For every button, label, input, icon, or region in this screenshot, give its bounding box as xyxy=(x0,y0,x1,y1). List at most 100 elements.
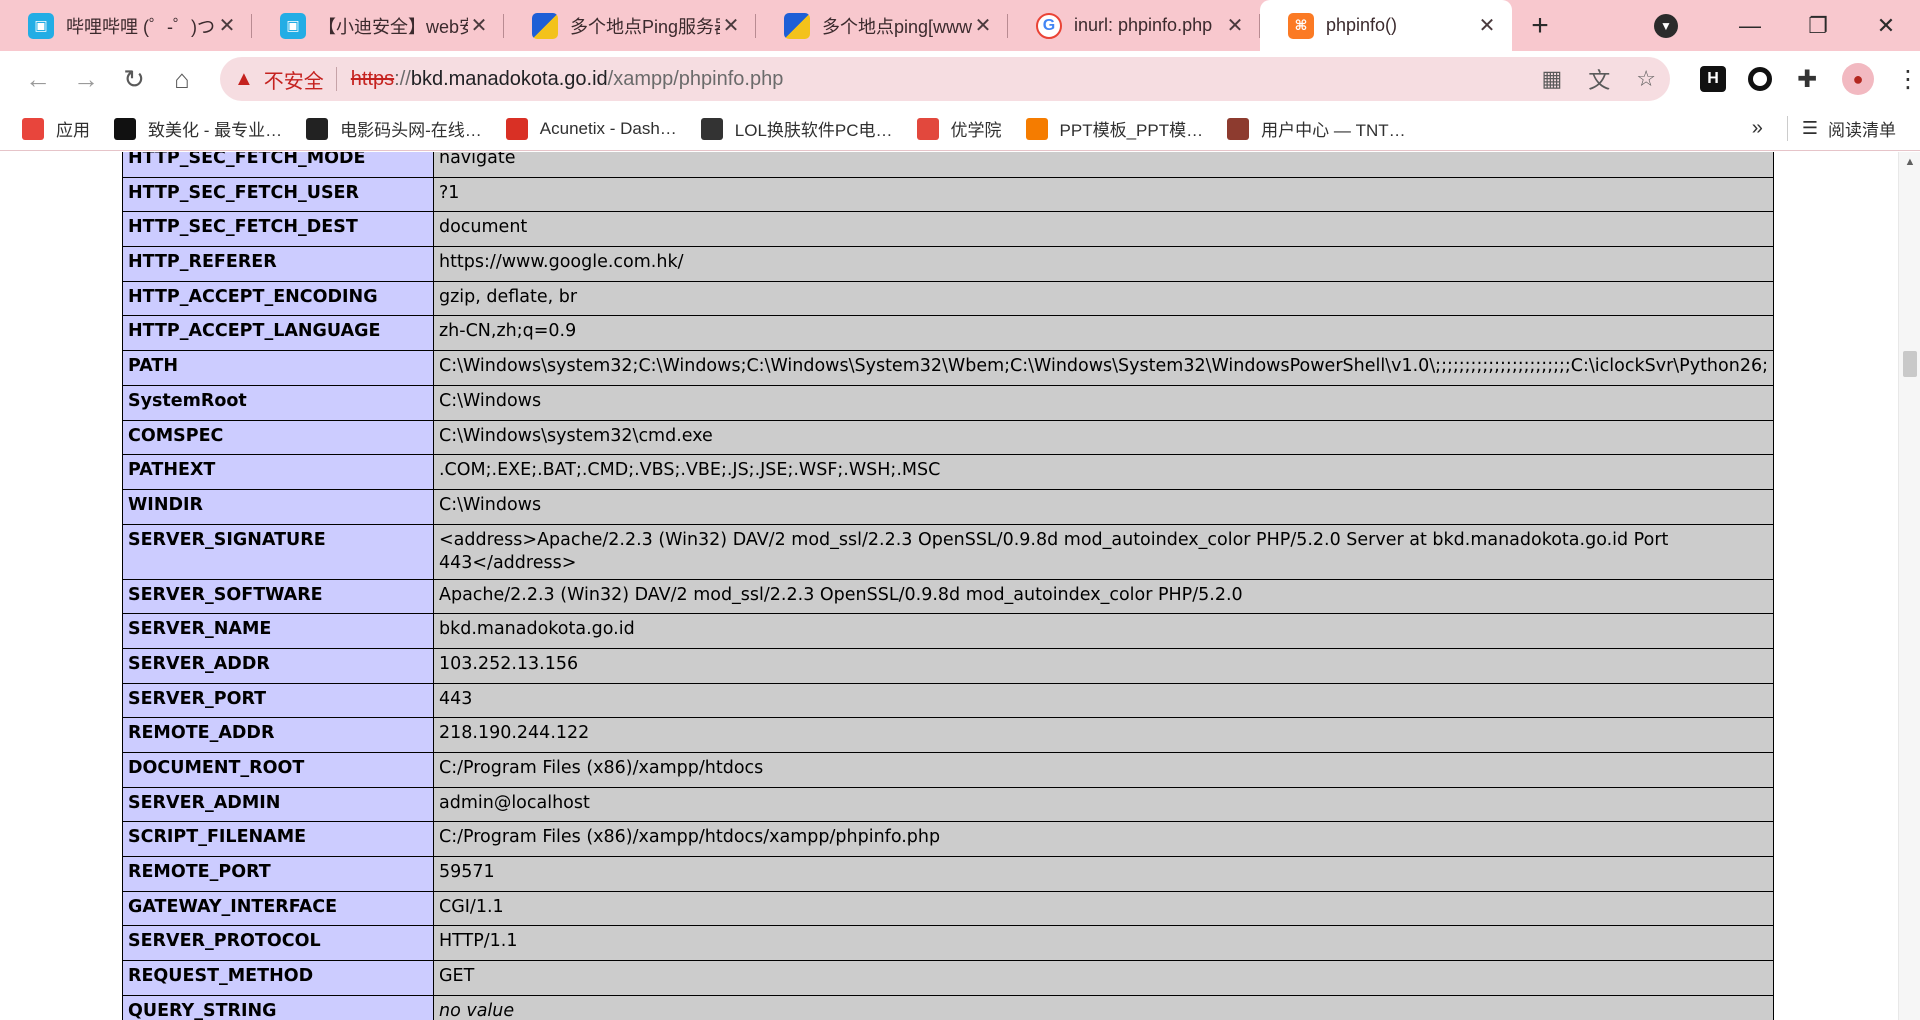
tab-close-icon[interactable]: ✕ xyxy=(720,15,742,37)
window-controls: ▼ — ❐ ✕ xyxy=(1654,0,1920,51)
new-tab-button[interactable]: + xyxy=(1512,0,1568,51)
variable-value-cell: 443 xyxy=(432,682,1775,719)
variable-value-cell: C:/Program Files (x86)/xampp/htdocs/xamp… xyxy=(432,821,1775,858)
table-row: SERVER_SIGNATURE <address>Apache/2.2.3 (W… xyxy=(122,523,1775,580)
minimize-button[interactable]: — xyxy=(1716,0,1784,51)
extension-h-icon[interactable]: H xyxy=(1700,66,1726,92)
table-row: SCRIPT_FILENAME C:/Program Files (x86)/xa… xyxy=(122,821,1775,858)
table-row: SERVER_SOFTWARE Apache/2.2.3 (Win32) DAV/… xyxy=(122,578,1775,615)
variable-name-cell: SERVER_NAME xyxy=(122,613,434,649)
variable-value-cell: Apache/2.2.3 (Win32) DAV/2 mod_ssl/2.2.3… xyxy=(432,578,1775,615)
tab-title: 哔哩哔哩 (゜-゜)つ xyxy=(66,16,215,37)
variable-name-cell: HTTP_REFERER xyxy=(122,246,434,282)
table-row: SERVER_ADMIN admin@localhost xyxy=(122,786,1775,823)
url-path: /xampp/phpinfo.php xyxy=(607,67,784,90)
menu-dots-icon[interactable]: ⋮ xyxy=(1896,65,1920,94)
bookmark-5[interactable]: 优学院 xyxy=(916,116,1002,141)
bookmark-6[interactable]: PPT模板_PPT模… xyxy=(1025,116,1203,141)
tab-3[interactable]: 多个地点ping[www ✕ xyxy=(756,0,1008,51)
variable-name-cell: HTTP_SEC_FETCH_MODE xyxy=(122,152,434,178)
variable-value-cell: https://www.google.com.hk/ xyxy=(432,246,1775,282)
variable-name-cell: SERVER_ADDR xyxy=(122,647,434,684)
variable-name-cell: GATEWAY_INTERFACE xyxy=(122,890,434,927)
tab-2[interactable]: 多个地点Ping服务器 ✕ xyxy=(504,0,756,51)
table-row: REMOTE_PORT 59571 xyxy=(122,856,1775,892)
restore-button[interactable]: ❐ xyxy=(1784,0,1852,51)
variable-name-cell: COMSPEC xyxy=(122,419,434,456)
variable-name-cell: DOCUMENT_ROOT xyxy=(122,752,434,788)
table-row: REMOTE_ADDR 218.190.244.122 xyxy=(122,717,1775,753)
reading-list-button[interactable]: ☰ 阅读清单 xyxy=(1786,116,1896,141)
table-row: SystemRoot C:\Windows xyxy=(122,384,1775,421)
bookmarks-container: 应用 致美化 - 最专业… 电影码头网-在线… Acunetix - Dash… LOL… xyxy=(22,116,1430,141)
table-row: HTTP_ACCEPT_ENCODING gzip, deflate, br xyxy=(122,280,1775,317)
tab-close-icon[interactable]: ✕ xyxy=(972,15,994,37)
variable-name-cell: PATHEXT xyxy=(122,454,434,490)
scroll-up-arrow-icon[interactable]: ▲ xyxy=(1899,156,1920,168)
extension-circle-icon[interactable] xyxy=(1748,67,1772,91)
address-bar[interactable]: ▲ 不安全 https://bkd.manadokota.go.id/xampp… xyxy=(220,57,1670,101)
variable-name-cell: HTTP_SEC_FETCH_DEST xyxy=(122,211,434,248)
variable-value-cell: admin@localhost xyxy=(432,786,1775,823)
tab-close-icon[interactable]: ✕ xyxy=(216,15,238,37)
variable-value-cell: C:/Program Files (x86)/xampp/htdocs xyxy=(432,752,1775,788)
vertical-scrollbar[interactable]: ▲ xyxy=(1898,152,1920,1020)
url-scheme: https xyxy=(350,67,395,90)
bookmark-7[interactable]: 用户中心 — TNT… xyxy=(1227,116,1406,141)
variable-name-cell: HTTP_ACCEPT_ENCODING xyxy=(122,280,434,317)
no-value-text: no value xyxy=(438,1000,515,1020)
omnibox-actions: ▦ 文 ☆ xyxy=(1541,63,1656,95)
scrollbar-thumb[interactable] xyxy=(1903,351,1917,377)
variable-name-cell: SCRIPT_FILENAME xyxy=(122,821,434,858)
translate-icon[interactable]: 文 xyxy=(1588,63,1610,95)
security-label[interactable]: 不安全 xyxy=(264,65,324,94)
tab-4[interactable]: Ginurl: phpinfo.php ✕ xyxy=(1008,0,1260,51)
tab-5[interactable]: ⌘ phpinfo() ✕ xyxy=(1260,0,1512,51)
google-icon: G xyxy=(1036,12,1062,39)
tab-0[interactable]: ▣ 哔哩哔哩 (゜-゜)つ ✕ xyxy=(0,0,252,51)
variable-value-cell: C:\Windows xyxy=(432,384,1775,421)
warning-icon[interactable]: ▲ xyxy=(234,68,254,91)
apps-grid-icon xyxy=(22,117,44,140)
ppt-icon xyxy=(1025,117,1048,140)
tab-search-icon[interactable]: ▼ xyxy=(1654,13,1678,38)
variable-value-cell: 59571 xyxy=(432,856,1775,892)
variable-name-cell: HTTP_SEC_FETCH_USER xyxy=(122,176,434,213)
variable-name-cell: REMOTE_PORT xyxy=(122,856,434,892)
tab-close-icon[interactable]: ✕ xyxy=(468,15,490,37)
close-window-button[interactable]: ✕ xyxy=(1852,0,1920,51)
bookmark-2[interactable]: 电影码头网-在线… xyxy=(306,116,482,141)
ping-site-icon xyxy=(532,12,558,39)
bookmark-1[interactable]: 致美化 - 最专业… xyxy=(114,116,282,141)
variable-name-cell: REQUEST_METHOD xyxy=(122,960,434,996)
forward-button[interactable]: → xyxy=(62,55,110,103)
bookmark-0[interactable]: 应用 xyxy=(22,116,90,141)
reload-button[interactable]: ↻ xyxy=(110,55,158,103)
extensions-puzzle-icon[interactable]: ✚ xyxy=(1794,66,1820,93)
url-scheme-separator: :// xyxy=(394,67,411,90)
bookmark-star-icon[interactable]: ☆ xyxy=(1636,66,1656,92)
bookmark-3[interactable]: Acunetix - Dash… xyxy=(505,117,677,140)
variable-value-cell: <address>Apache/2.2.3 (Win32) DAV/2 mod_… xyxy=(432,523,1775,580)
tab-close-icon[interactable]: ✕ xyxy=(1224,15,1246,37)
bookmarks-overflow-button[interactable]: » xyxy=(1752,117,1763,140)
zhimeihua-icon xyxy=(114,117,136,140)
profile-avatar[interactable]: ● xyxy=(1842,63,1874,95)
youxueyuan-icon xyxy=(916,117,939,140)
home-button[interactable]: ⌂ xyxy=(158,55,206,103)
tab-close-icon[interactable]: ✕ xyxy=(1476,15,1498,37)
bookmark-4[interactable]: LOL换肤软件PC电… xyxy=(700,116,893,141)
table-row: QUERY_STRING no value xyxy=(122,994,1775,1020)
extensions-area: H ✚ ● ⋮ xyxy=(1700,63,1920,95)
back-button[interactable]: ← xyxy=(14,55,62,103)
url-host: bkd.manadokota.go.id xyxy=(410,67,608,90)
tab-1[interactable]: ▣ 【小迪安全】web安 ✕ xyxy=(252,0,504,51)
variable-value-cell: .COM;.EXE;.BAT;.CMD;.VBS;.VBE;.JS;.JSE;.… xyxy=(432,454,1775,490)
variable-name-cell: REMOTE_ADDR xyxy=(122,717,434,753)
variable-name-cell: PATH xyxy=(122,350,434,386)
bookmarks-bar: 应用 致美化 - 最专业… 电影码头网-在线… Acunetix - Dash… LOL… xyxy=(0,107,1920,151)
table-row: WINDIR C:\Windows xyxy=(122,488,1775,525)
ping-site-icon xyxy=(784,12,810,39)
qr-code-icon[interactable]: ▦ xyxy=(1541,66,1562,92)
tnt-icon xyxy=(1227,117,1250,140)
